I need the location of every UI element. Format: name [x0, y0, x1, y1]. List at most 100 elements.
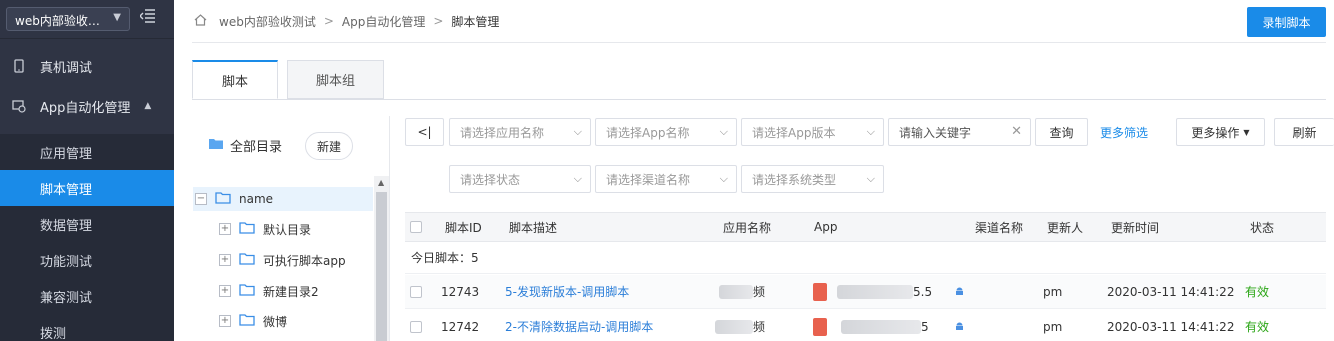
- chevron-down-icon: ⌵: [866, 172, 875, 185]
- sidebar-divider: [0, 38, 174, 39]
- tree-node[interactable]: + 可执行脚本app: [193, 248, 373, 272]
- script-id: 12743: [441, 284, 480, 299]
- row-checkbox[interactable]: [410, 275, 422, 308]
- sidebar-item-device-debug[interactable]: 真机调试: [0, 48, 174, 84]
- table-row[interactable]: 12743 5-发现新版本-调用脚本 频 5.5 pm 2020-03-11 1…: [405, 275, 1326, 309]
- column-header[interactable]: 脚本ID: [445, 213, 482, 241]
- column-header[interactable]: 渠道名称: [975, 213, 1023, 241]
- breadcrumb-item[interactable]: web内部验收测试: [219, 13, 316, 30]
- refresh-button[interactable]: 刷新: [1274, 118, 1334, 146]
- table-header: 脚本ID 脚本描述 应用名称 App 渠道名称 更新人 更新时间 状态: [405, 212, 1326, 242]
- more-filter-link[interactable]: 更多筛选: [1100, 124, 1148, 141]
- app-cell: 5: [813, 310, 929, 341]
- new-directory-button[interactable]: 新建: [305, 132, 353, 160]
- chevron-right-icon: >: [433, 14, 444, 28]
- channel-select[interactable]: 请选择渠道名称 ⌵: [595, 165, 737, 193]
- query-button[interactable]: 查询: [1035, 118, 1088, 146]
- record-script-button[interactable]: 录制脚本: [1247, 7, 1326, 37]
- keyword-input[interactable]: 请输入关键字 ✕: [888, 118, 1031, 146]
- redacted-block: [841, 319, 921, 334]
- app-name-cell: 频: [715, 310, 765, 341]
- column-header[interactable]: 更新人: [1047, 213, 1083, 241]
- directory-title[interactable]: 全部目录: [208, 136, 282, 155]
- update-time-cell: 2020-03-11 14:41:22: [1107, 319, 1235, 334]
- home-icon[interactable]: [194, 13, 207, 29]
- tab-script[interactable]: 脚本: [192, 60, 278, 99]
- sidebar-subitem-function-test[interactable]: 功能测试: [0, 242, 174, 278]
- header-divider: [192, 42, 1326, 43]
- app-version-tail: 5.5: [913, 284, 933, 299]
- app-name-tail: 频: [753, 320, 766, 334]
- select-all-checkbox[interactable]: [410, 213, 422, 241]
- android-icon: [955, 275, 964, 308]
- tree-node-label: 新建目录2: [263, 284, 319, 299]
- column-header[interactable]: 应用名称: [723, 213, 771, 241]
- expand-toggle-icon[interactable]: +: [219, 285, 231, 297]
- expand-toggle-icon[interactable]: +: [219, 223, 231, 235]
- caret-down-icon: ▼: [1243, 127, 1250, 137]
- panel-divider: [389, 116, 390, 341]
- caret-up-icon: ▲: [144, 101, 152, 111]
- sidebar-subitem-compat-test[interactable]: 兼容测试: [0, 278, 174, 314]
- more-operations-label: 更多操作: [1191, 125, 1240, 140]
- expand-toggle-icon[interactable]: +: [219, 315, 231, 327]
- column-header[interactable]: 状态: [1250, 213, 1274, 241]
- column-header[interactable]: 脚本描述: [509, 213, 557, 241]
- column-header[interactable]: 更新时间: [1111, 213, 1159, 241]
- collapse-toggle-icon[interactable]: −: [195, 193, 207, 205]
- updater-cell: pm: [1043, 284, 1063, 299]
- sidebar-item-app-automation[interactable]: App自动化管理 ▲: [0, 88, 174, 124]
- os-type-select-placeholder: 请选择系统类型: [752, 172, 837, 187]
- status-badge: 有效: [1245, 285, 1270, 299]
- script-description-link[interactable]: 2-不清除数据启动-调用脚本: [505, 310, 653, 341]
- status-select[interactable]: 请选择状态 ⌵: [449, 165, 591, 193]
- table-row[interactable]: 12742 2-不清除数据启动-调用脚本 频 5 pm 2020-03-11 1…: [405, 310, 1326, 341]
- channel-select-placeholder: 请选择渠道名称: [606, 172, 691, 187]
- directory-tree: − name + 默认目录 + 可执行脚本app + 新建目录2 + 微博: [193, 187, 373, 341]
- app-version-select-placeholder: 请选择App版本: [752, 125, 836, 140]
- project-select[interactable]: web内部验收… ▼: [6, 7, 130, 31]
- chevron-down-icon: ⌵: [719, 172, 728, 185]
- chevron-down-icon: ⌵: [573, 125, 582, 138]
- column-header[interactable]: App: [814, 213, 837, 241]
- tab-script-group[interactable]: 脚本组: [287, 60, 384, 99]
- sidebar-subitem-data-management[interactable]: 数据管理: [0, 206, 174, 242]
- app-logo-icon: [813, 317, 827, 336]
- script-id: 12742: [441, 319, 480, 334]
- chevron-down-icon: ▼: [113, 12, 121, 23]
- app-version-tail: 5: [921, 319, 929, 334]
- tree-node[interactable]: + 新建目录2: [193, 279, 373, 303]
- android-icon: [955, 310, 964, 341]
- app-auto-icon: [12, 99, 26, 113]
- app-name-select[interactable]: 请选择应用名称 ⌵: [449, 118, 591, 146]
- status-badge: 有效: [1245, 320, 1270, 334]
- tree-node[interactable]: + 微博: [193, 309, 373, 333]
- sidebar-subitem-app-management[interactable]: 应用管理: [0, 134, 174, 170]
- tree-scrollbar-thumb[interactable]: [376, 192, 387, 341]
- script-description-link[interactable]: 5-发现新版本-调用脚本: [505, 275, 629, 308]
- sidebar-subitem-dial-test[interactable]: 拨测: [0, 314, 174, 341]
- breadcrumb-item[interactable]: App自动化管理: [342, 13, 425, 30]
- today-scripts-count: 今日脚本：5: [405, 242, 1326, 274]
- collapse-panel-button[interactable]: <|: [405, 118, 444, 146]
- tree-node[interactable]: + 默认目录: [193, 217, 373, 241]
- folder-icon: [239, 252, 255, 268]
- sidebar-item-label: App自动化管理: [40, 100, 131, 116]
- expand-toggle-icon[interactable]: +: [219, 254, 231, 266]
- clear-icon[interactable]: ✕: [1011, 124, 1022, 139]
- row-checkbox[interactable]: [410, 310, 422, 341]
- more-operations-button[interactable]: 更多操作 ▼: [1176, 118, 1265, 146]
- tree-node-root[interactable]: − name: [193, 187, 373, 211]
- app-select-placeholder: 请选择App名称: [606, 125, 690, 140]
- breadcrumb-current: 脚本管理: [451, 14, 500, 29]
- redacted-block: [715, 319, 753, 334]
- app-select[interactable]: 请选择App名称 ⌵: [595, 118, 737, 146]
- sidebar-subitem-script-management[interactable]: 脚本管理: [0, 170, 174, 206]
- app-cell: 5.5: [813, 275, 932, 308]
- directory-title-label: 全部目录: [230, 140, 283, 155]
- scroll-up-icon[interactable]: ▲: [378, 178, 384, 187]
- chevron-right-icon: >: [323, 14, 334, 28]
- os-type-select[interactable]: 请选择系统类型 ⌵: [741, 165, 884, 193]
- menu-collapse-icon[interactable]: [139, 9, 158, 25]
- app-version-select[interactable]: 请选择App版本 ⌵: [741, 118, 884, 146]
